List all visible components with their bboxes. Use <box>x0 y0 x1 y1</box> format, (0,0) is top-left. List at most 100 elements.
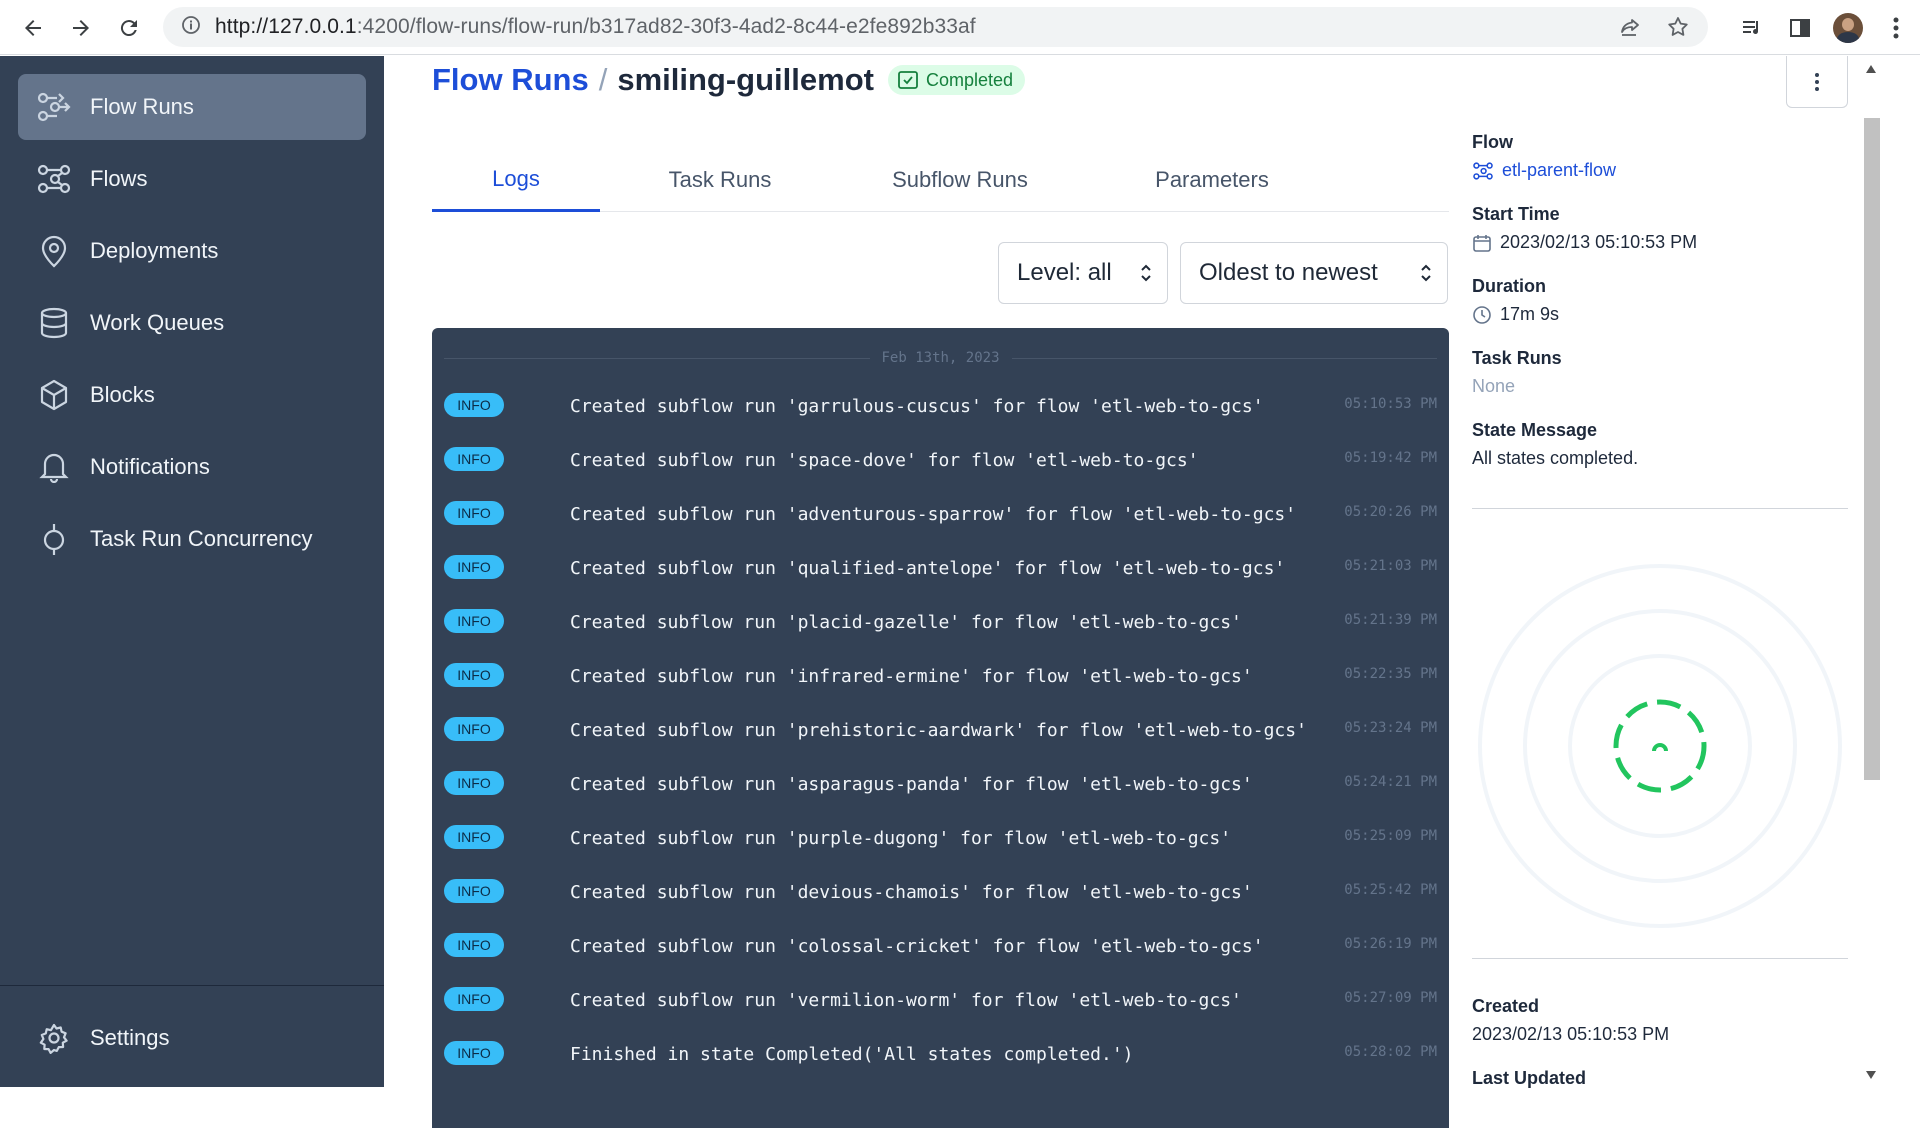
log-row: INFO Created subflow run 'asparagus-panda… <box>444 766 1437 806</box>
log-row: INFO Finished in state Completed('All sta… <box>444 1036 1437 1076</box>
back-icon[interactable] <box>9 0 57 55</box>
flow-link[interactable]: etl-parent-flow <box>1472 160 1616 181</box>
sidebar: Flow Runs Flows Deployments Work Queues … <box>0 56 384 1087</box>
log-message: Created subflow run 'purple-dugong' for … <box>570 828 1232 849</box>
tab-label: Logs <box>492 165 540 191</box>
clock-icon <box>1473 305 1491 324</box>
flow-name: etl-parent-flow <box>1502 160 1617 180</box>
sidebar-divider <box>0 985 384 986</box>
log-level-badge: INFO <box>444 987 504 1011</box>
created-value: 2023/02/13 05:10:53 PM <box>1472 1024 1670 1044</box>
log-message: Created subflow run 'garrulous-cuscus' f… <box>570 396 1264 417</box>
log-row: INFO Created subflow run 'qualified-antel… <box>444 550 1437 590</box>
log-date-separator: Feb 13th, 2023 <box>444 348 1438 368</box>
log-timestamp: 05:20:26 PM <box>1344 504 1437 520</box>
address-bar[interactable]: http://127.0.0.1:4200/flow-runs/flow-run… <box>163 7 1708 47</box>
log-row: INFO Created subflow run 'placid-gazelle'… <box>444 604 1437 644</box>
tab-label: Subflow Runs <box>892 167 1028 192</box>
scroll-up-arrow-icon[interactable] <box>1865 64 1877 74</box>
log-viewer[interactable]: Feb 13th, 2023 INFO Created subflow run '… <box>432 328 1449 1128</box>
duration-text: 17m 9s <box>1500 304 1560 324</box>
log-level-badge: INFO <box>444 447 504 471</box>
log-row: INFO Created subflow run 'infrared-ermine… <box>444 658 1437 698</box>
check-square-icon <box>898 71 918 89</box>
divider <box>1472 958 1848 959</box>
log-level-value: Level: all <box>1017 259 1112 286</box>
tab-logs[interactable]: Logs <box>432 148 600 212</box>
sidebar-item-task-run-concurrency[interactable]: Task Run Concurrency <box>18 506 366 572</box>
sidebar-item-settings[interactable]: Settings <box>18 1005 366 1071</box>
sidebar-item-label: Notifications <box>90 454 210 479</box>
sidebar-item-label: Flow Runs <box>90 94 194 119</box>
log-level-select[interactable]: Level: all <box>998 242 1168 304</box>
log-message: Created subflow run 'vermilion-worm' for… <box>570 990 1242 1011</box>
side-panel-icon[interactable] <box>1776 0 1824 55</box>
profile-avatar[interactable] <box>1824 0 1872 55</box>
forward-icon[interactable] <box>57 0 105 55</box>
sort-order-select[interactable]: Oldest to newest <box>1180 242 1448 304</box>
tab-label: Task Runs <box>668 167 772 192</box>
log-row: INFO Created subflow run 'purple-dugong' … <box>444 820 1437 860</box>
sidebar-item-label: Deployments <box>90 238 219 263</box>
sidebar-item-label: Blocks <box>90 382 155 407</box>
sidebar-item-deployments[interactable]: Deployments <box>18 218 366 284</box>
bookmark-star-icon[interactable] <box>1666 15 1690 44</box>
log-message: Created subflow run 'placid-gazelle' for… <box>570 612 1242 633</box>
log-timestamp: 05:27:09 PM <box>1344 990 1437 1006</box>
tab-task-runs[interactable]: Task Runs <box>600 148 840 212</box>
log-level-badge: INFO <box>444 879 504 903</box>
sidebar-item-label: Task Run Concurrency <box>90 526 313 551</box>
breadcrumb-flow-runs-link[interactable]: Flow Runs <box>432 62 589 98</box>
flow-run-node-center <box>1652 743 1668 752</box>
status-badge: Completed <box>887 65 1026 95</box>
log-timestamp: 05:21:03 PM <box>1344 558 1437 574</box>
reload-icon[interactable] <box>105 0 153 55</box>
log-row: INFO Created subflow run 'space-dove' for… <box>444 442 1437 482</box>
log-timestamp: 05:28:02 PM <box>1344 1044 1437 1060</box>
tab-parameters[interactable]: Parameters <box>1080 148 1344 212</box>
site-info-icon[interactable] <box>181 15 201 40</box>
tab-bar: Logs Task Runs Subflow Runs Parameters <box>432 148 1449 212</box>
log-row: INFO Created subflow run 'colossal-cricke… <box>444 928 1437 968</box>
log-timestamp: 05:22:35 PM <box>1344 666 1437 682</box>
log-level-badge: INFO <box>444 393 504 417</box>
gear-icon <box>36 1020 72 1056</box>
url-text: http://127.0.0.1:4200/flow-runs/flow-run… <box>215 15 976 39</box>
sidebar-item-label: Flows <box>90 166 148 191</box>
log-message: Created subflow run 'prehistoric-aardwar… <box>570 720 1307 741</box>
start-time-text: 2023/02/13 05:10:53 PM <box>1500 232 1698 252</box>
log-level-badge: INFO <box>444 501 504 525</box>
state-message-value: All states completed. <box>1472 448 1639 468</box>
log-level-badge: INFO <box>444 825 504 849</box>
sidebar-item-blocks[interactable]: Blocks <box>18 362 366 428</box>
scroll-down-arrow-icon[interactable] <box>1865 1070 1877 1080</box>
log-level-badge: INFO <box>444 609 504 633</box>
log-level-badge: INFO <box>444 663 504 687</box>
page-scrollbar[interactable] <box>1860 56 1882 1087</box>
log-message: Created subflow run 'asparagus-panda' fo… <box>570 774 1253 795</box>
log-message: Finished in state Completed('All states … <box>570 1044 1134 1065</box>
run-radar-visualization[interactable] <box>1472 550 1848 946</box>
flows-icon <box>36 161 72 197</box>
sidebar-item-flow-runs[interactable]: Flow Runs <box>18 74 366 140</box>
log-level-badge: INFO <box>444 933 504 957</box>
browser-menu-icon[interactable] <box>1872 0 1920 55</box>
state-message-label: State Message <box>1472 420 1598 440</box>
chevron-up-down-icon <box>1141 264 1151 282</box>
share-icon[interactable] <box>1618 15 1642 44</box>
log-message: Created subflow run 'adventurous-sparrow… <box>570 504 1297 525</box>
sidebar-item-notifications[interactable]: Notifications <box>18 434 366 500</box>
sort-order-value: Oldest to newest <box>1199 259 1378 286</box>
log-row: INFO Created subflow run 'adventurous-spa… <box>444 496 1437 536</box>
sidebar-item-flows[interactable]: Flows <box>18 146 366 212</box>
scrollbar-thumb[interactable] <box>1864 118 1880 780</box>
log-timestamp: 05:21:39 PM <box>1344 612 1437 628</box>
log-timestamp: 05:23:24 PM <box>1344 720 1437 736</box>
log-timestamp: 05:25:09 PM <box>1344 828 1437 844</box>
flows-icon <box>1473 161 1493 180</box>
sidebar-item-work-queues[interactable]: Work Queues <box>18 290 366 356</box>
log-timestamp: 05:24:21 PM <box>1344 774 1437 790</box>
media-control-icon[interactable] <box>1728 0 1776 55</box>
log-row: INFO Created subflow run 'vermilion-worm'… <box>444 982 1437 1022</box>
tab-subflow-runs[interactable]: Subflow Runs <box>840 148 1080 212</box>
